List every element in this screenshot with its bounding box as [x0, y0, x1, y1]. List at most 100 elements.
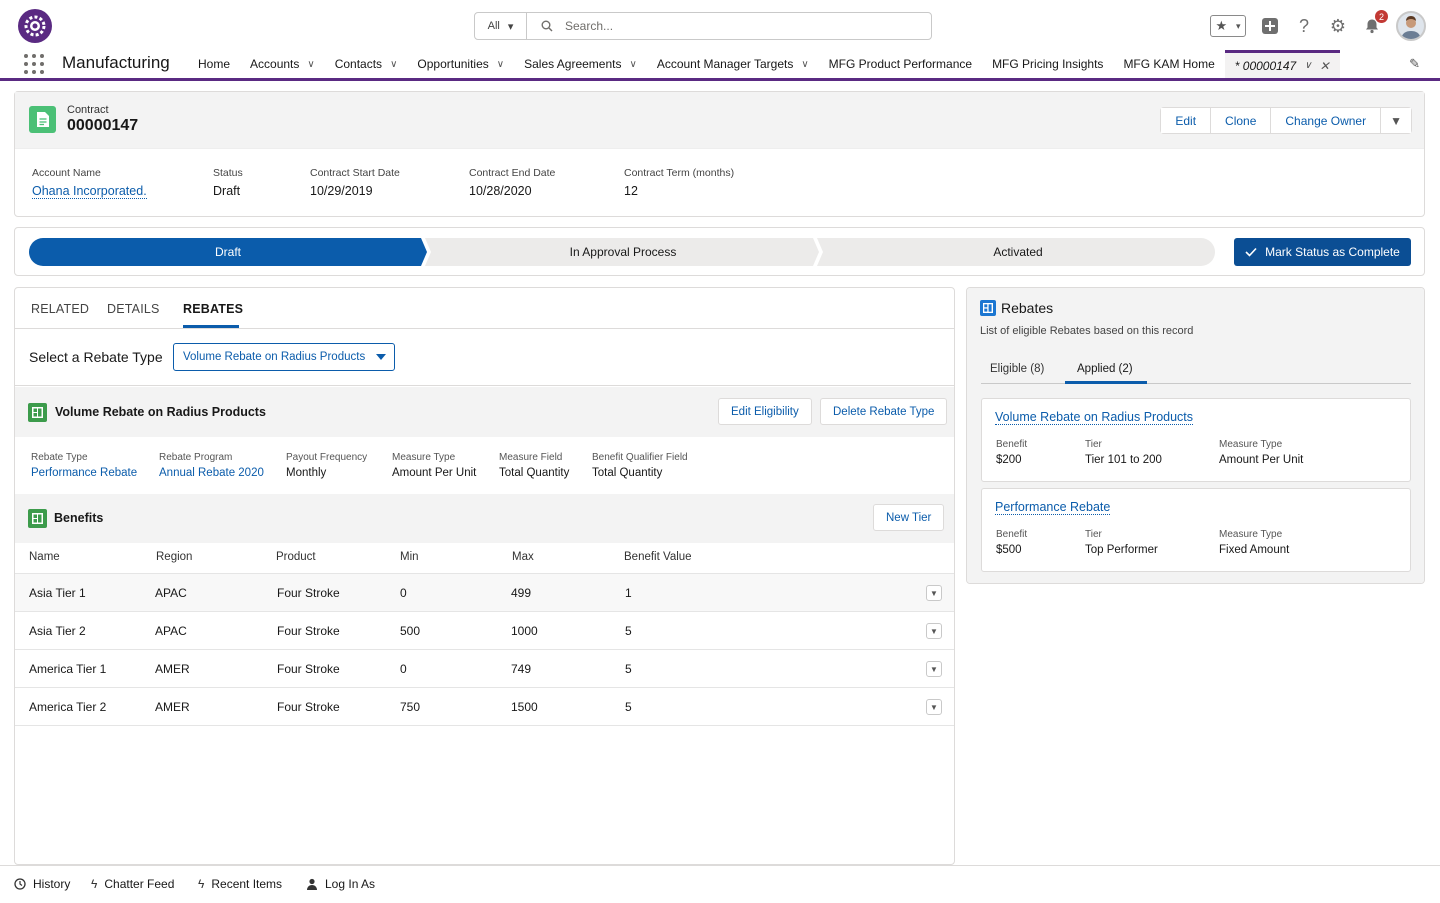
table-divider [15, 725, 954, 726]
mark-status-complete-button[interactable]: Mark Status as Complete [1234, 238, 1411, 266]
chevron-down-icon[interactable]: ∨ [801, 59, 808, 70]
check-icon [1245, 247, 1257, 257]
clone-button[interactable]: Clone [1211, 108, 1272, 133]
nav-item-account-manager-targets[interactable]: Account Manager Targets ∨ [647, 50, 819, 78]
search-scope-dropdown[interactable]: All ▾ [475, 13, 527, 39]
record-header-top: Contract 00000147 Edit Clone Change Owne… [15, 92, 1424, 149]
rebate-card-measure-type: Measure Type Fixed Amount [1219, 529, 1290, 556]
rebates-panel-subtitle: List of eligible Rebates based on this r… [980, 325, 1194, 337]
rebates-panel-body: Eligible (8) Applied (2) Volume Rebate o… [967, 348, 1424, 583]
close-icon[interactable]: ✕ [1320, 59, 1330, 73]
rebate-type-link[interactable]: Performance Rebate [31, 467, 137, 479]
highlight-contract-end-date: Contract End Date 10/28/2020 [469, 167, 556, 198]
record-highlights: Account Name Ohana Incorporated. Status … [32, 167, 734, 199]
path-stage-activated[interactable]: Activated [821, 238, 1215, 266]
benefits-table-header: Name Region Product Min Max Benefit Valu… [15, 543, 954, 573]
rebate-card-tier: Tier Top Performer [1085, 529, 1158, 556]
row-actions-chevron-icon[interactable]: ▼ [926, 661, 942, 677]
field-rebate-type: Rebate Type Performance Rebate [31, 452, 138, 479]
highlight-contract-start-date: Contract Start Date 10/29/2019 [310, 167, 400, 198]
utility-item-history[interactable]: History [14, 877, 70, 891]
change-owner-button[interactable]: Change Owner [1271, 108, 1382, 133]
bolt-icon: ϟ [198, 877, 205, 891]
path-stage-in-approval-process[interactable]: In Approval Process [429, 238, 817, 266]
tab-eligible[interactable]: Eligible (8) [990, 363, 1044, 375]
edit-button[interactable]: Edit [1161, 108, 1212, 133]
app-launcher-icon[interactable] [24, 54, 44, 74]
utility-item-recent-items[interactable]: ϟ Recent Items [198, 877, 282, 891]
column-min: Min [400, 551, 419, 563]
chevron-down-icon[interactable]: ∨ [497, 59, 504, 70]
column-benefit-value: Benefit Value [624, 551, 692, 563]
rebate-type-fields: Rebate Type Performance Rebate Rebate Pr… [15, 437, 954, 493]
tab-applied[interactable]: Applied (2) [1077, 363, 1133, 375]
app-logo[interactable] [18, 9, 52, 43]
rebate-type-label: Select a Rebate Type [29, 349, 163, 365]
row-actions-chevron-icon[interactable]: ▼ [926, 699, 942, 715]
edit-nav-pencil-icon[interactable]: ✎ [1409, 56, 1420, 72]
search-scope-label: All [487, 20, 500, 32]
rebate-program-link[interactable]: Annual Rebate 2020 [159, 467, 264, 479]
nav-items: Home Accounts ∨ Contacts ∨ Opportunities ∨ … [188, 50, 1340, 78]
rebate-card-title-link[interactable]: Volume Rebate on Radius Products [995, 410, 1194, 425]
new-tier-button[interactable]: New Tier [873, 504, 945, 531]
nav-item-mfg-kam-home[interactable]: MFG KAM Home [1113, 50, 1224, 78]
edit-eligibility-button[interactable]: Edit Eligibility [718, 398, 812, 425]
utility-item-chatter-feed[interactable]: ϟ Chatter Feed [91, 877, 174, 891]
gear-logo-icon [24, 15, 46, 37]
path-stage-draft[interactable]: Draft [29, 238, 427, 266]
setup-gear-icon[interactable]: ⚙ [1328, 16, 1348, 36]
rebate-type-section: Volume Rebate on Radius Products Edit El… [15, 387, 954, 493]
column-region: Region [156, 551, 193, 563]
help-icon[interactable]: ? [1294, 16, 1314, 36]
nav-item-accounts[interactable]: Accounts ∨ [240, 50, 325, 78]
chevron-down-icon[interactable]: ∨ [307, 59, 314, 70]
delete-rebate-type-button[interactable]: Delete Rebate Type [820, 398, 948, 425]
row-actions-chevron-icon[interactable]: ▼ [926, 585, 942, 601]
table-row: Asia Tier 1 APAC Four Stroke 0 499 1 ▼ [15, 573, 954, 611]
nav-item-opportunities[interactable]: Opportunities ∨ [407, 50, 514, 78]
highlight-status: Status Draft [213, 167, 243, 198]
rebate-type-dropdown[interactable]: Volume Rebate on Radius Products [173, 343, 395, 371]
field-measure-field: Measure Field Total Quantity [499, 452, 570, 479]
field-benefit-qualifier: Benefit Qualifier Field Total Quantity [592, 452, 688, 479]
account-name-link[interactable]: Ohana Incorporated. [32, 184, 147, 199]
nav-tab-contract-record[interactable]: * 00000147 ∨ ✕ [1224, 50, 1340, 78]
user-avatar[interactable] [1396, 11, 1426, 41]
tab-details[interactable]: DETAILS [107, 302, 160, 316]
highlight-account-name: Account Name Ohana Incorporated. [32, 167, 147, 199]
active-tab-indicator [1065, 381, 1147, 384]
nav-item-mfg-pricing-insights[interactable]: MFG Pricing Insights [982, 50, 1113, 78]
tab-rebates[interactable]: REBATES [183, 302, 243, 316]
chevron-down-icon[interactable]: ∨ [390, 59, 397, 70]
search-input[interactable] [565, 19, 865, 33]
global-header: All ▾ ★ ▾ ? ⚙ 2 [0, 0, 1440, 50]
tab-related[interactable]: RELATED [31, 302, 89, 316]
more-actions-button[interactable]: ▼ [1381, 108, 1411, 133]
chevron-down-icon[interactable]: ∨ [1304, 60, 1311, 71]
add-icon[interactable] [1260, 16, 1280, 36]
rebates-icon [980, 300, 996, 316]
rebates-panel-tabs: Eligible (8) Applied (2) [981, 348, 1411, 384]
rebate-card-title-link[interactable]: Performance Rebate [995, 500, 1111, 515]
row-actions-chevron-icon[interactable]: ▼ [926, 623, 942, 639]
status-path: Draft In Approval Process Activated Mark… [14, 227, 1425, 276]
rebates-panel-header: Rebates List of eligible Rebates based o… [967, 288, 1424, 348]
notifications-bell-icon[interactable]: 2 [1362, 10, 1388, 36]
record-type-label: Contract [67, 104, 109, 116]
utility-item-log-in-as[interactable]: Log In As [306, 877, 375, 891]
contract-icon [29, 106, 56, 133]
notification-count-badge: 2 [1375, 10, 1388, 23]
caret-down-icon: ▼ [1390, 113, 1402, 128]
nav-item-home[interactable]: Home [188, 50, 240, 78]
chevron-down-icon[interactable]: ∨ [629, 59, 636, 70]
favorites-button[interactable]: ★ ▾ [1210, 15, 1246, 37]
benefits-title: Benefits [54, 511, 104, 525]
nav-item-mfg-product-performance[interactable]: MFG Product Performance [819, 50, 982, 78]
nav-item-contacts[interactable]: Contacts ∨ [325, 50, 408, 78]
rebates-panel-title: Rebates [1001, 300, 1054, 316]
rebate-type-selector: Select a Rebate Type Volume Rebate on Ra… [15, 330, 954, 386]
nav-item-sales-agreements[interactable]: Sales Agreements ∨ [514, 50, 647, 78]
record-tabs-card: RELATED DETAILS REBATES Select a Rebate … [14, 287, 955, 865]
table-row: America Tier 2 AMER Four Stroke 750 1500… [15, 687, 954, 725]
